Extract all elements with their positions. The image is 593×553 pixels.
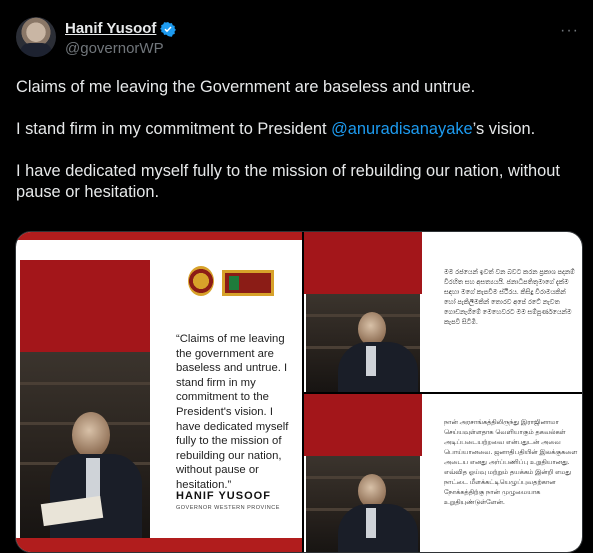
media-image-top-right[interactable]: මම රජයෙන් ඉවත් වන බවට කරන ප්‍රකාශ පදනම් … — [304, 232, 582, 392]
media-grid: “Claims of me leaving the government are… — [15, 231, 583, 553]
signature-name: HANIF YUSOOF — [176, 490, 271, 502]
tweet: Hanif Yusoof @governorWP ··· Claims of m… — [0, 0, 593, 553]
red-band-bottom — [16, 538, 302, 552]
tamil-statement: நான் அரசாங்கத்திலிருந்து இராஜினாமா செய்ய… — [444, 419, 578, 506]
signature-title: GOVERNOR WESTERN PROVINCE — [176, 505, 280, 511]
tweet-paragraph-1: Claims of me leaving the Government are … — [16, 78, 476, 96]
portrait-photo — [306, 294, 420, 392]
portrait-photo — [20, 352, 150, 538]
red-band-top — [16, 232, 302, 240]
more-options-icon[interactable]: ··· — [560, 22, 579, 40]
flag-icon — [222, 270, 274, 296]
author-row: Hanif Yusoof — [65, 20, 177, 37]
mention-link[interactable]: @anuradisanayake — [331, 120, 472, 138]
portrait-photo — [306, 456, 420, 552]
tweet-text: Claims of me leaving the Government are … — [16, 77, 581, 224]
verified-badge-icon — [160, 21, 177, 37]
tweet-text-after-mention: ’s vision. — [472, 120, 536, 138]
author-name[interactable]: Hanif Yusoof — [65, 20, 156, 37]
tweet-paragraph-3: I have dedicated myself fully to the mis… — [16, 162, 560, 201]
red-block — [304, 232, 422, 294]
media-image-main[interactable]: “Claims of me leaving the government are… — [16, 232, 302, 552]
sinhala-statement: මම රජයෙන් ඉවත් වන බවට කරන ප්‍රකාශ පදනම් … — [444, 269, 575, 326]
avatar[interactable] — [16, 17, 56, 57]
tweet-text-before-mention: I stand firm in my commitment to Preside… — [16, 120, 332, 138]
media-image-bottom-right[interactable]: நான் அரசாங்கத்திலிருந்து இராஜினாமா செய்ய… — [304, 394, 582, 552]
author-handle[interactable]: @governorWP — [65, 40, 164, 57]
quote-text: “Claims of me leaving the government are… — [176, 333, 289, 491]
red-block — [304, 394, 422, 456]
tweet-paragraph-2: I stand firm in my commitment to Preside… — [16, 119, 581, 140]
emblem-icon — [188, 266, 214, 296]
